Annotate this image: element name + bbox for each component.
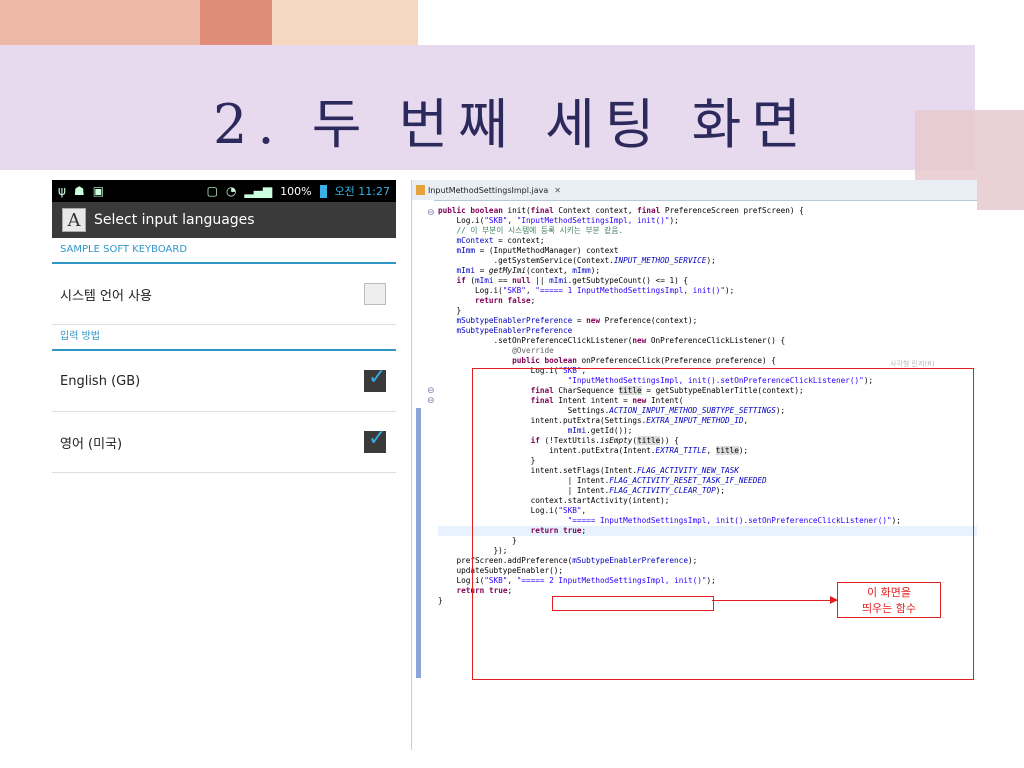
download-icon: ▣ <box>92 184 105 198</box>
fold-icon[interactable]: ⊖ <box>427 208 435 218</box>
fold-icon[interactable]: ⊖ <box>427 386 435 396</box>
pref-item-english-gb[interactable]: English (GB) <box>52 351 396 412</box>
pref-label: 영어 (미국) <box>60 436 123 452</box>
checkbox[interactable] <box>364 365 386 392</box>
category-header: SAMPLE SOFT KEYBOARD <box>52 238 396 264</box>
usb-icon: ψ <box>58 184 66 198</box>
pref-label: 시스템 언어 사용 <box>60 288 152 304</box>
pref-label: English (GB) <box>60 373 141 389</box>
close-icon[interactable]: ✕ <box>554 186 561 195</box>
editor-tab[interactable]: InputMethodSettingsImpl.java ✕ <box>412 180 977 201</box>
editor-ruler: ⊖ ⊖ ⊖ <box>412 200 435 750</box>
battery-icon <box>319 184 327 198</box>
android-debug-icon: ☗ <box>73 184 85 198</box>
callout-note: 이 화면을 띄우는 함수 <box>837 582 941 618</box>
editor-tab-label: InputMethodSettingsImpl.java <box>428 185 549 195</box>
status-bar: ψ ☗ ▣ ▢ ◔ ▂▄▆ 100% 오전 11:27 <box>52 180 396 202</box>
vibrate-icon: ▢ <box>206 184 218 198</box>
pref-item-english-us[interactable]: 영어 (미국) <box>52 412 396 473</box>
slide-title: 2. 두 번째 세팅 화면 <box>213 93 811 156</box>
callout-arrow <box>712 596 838 604</box>
callout-line: 이 화면을 <box>867 586 911 599</box>
action-bar-title: Select input languages <box>94 212 255 228</box>
highlight-box <box>472 368 974 680</box>
action-bar: A Select input languages <box>52 202 396 238</box>
checkbox[interactable] <box>364 283 386 305</box>
signal-icon: ▂▄▆ <box>244 184 273 198</box>
fold-icon[interactable]: ⊖ <box>427 396 435 406</box>
phone-screenshot: ψ ☗ ▣ ▢ ◔ ▂▄▆ 100% 오전 11:27 A Select inp… <box>52 180 396 476</box>
checkbox[interactable] <box>364 426 386 453</box>
battery-text: 100% <box>280 184 312 198</box>
pref-item-system-language[interactable]: 시스템 언어 사용 <box>52 264 396 325</box>
change-bar <box>416 408 421 678</box>
category-header: 입력 방법 <box>52 325 396 351</box>
callout-line: 띄우는 함수 <box>861 602 917 615</box>
wifi-icon: ◔ <box>225 184 237 198</box>
app-icon[interactable]: A <box>62 208 86 232</box>
highlight-box <box>552 596 714 611</box>
java-file-icon <box>416 185 425 195</box>
clock: 오전 11:27 <box>334 185 390 198</box>
code-editor: InputMethodSettingsImpl.java ✕ ⊖ ⊖ ⊖ 사각형… <box>411 180 977 750</box>
